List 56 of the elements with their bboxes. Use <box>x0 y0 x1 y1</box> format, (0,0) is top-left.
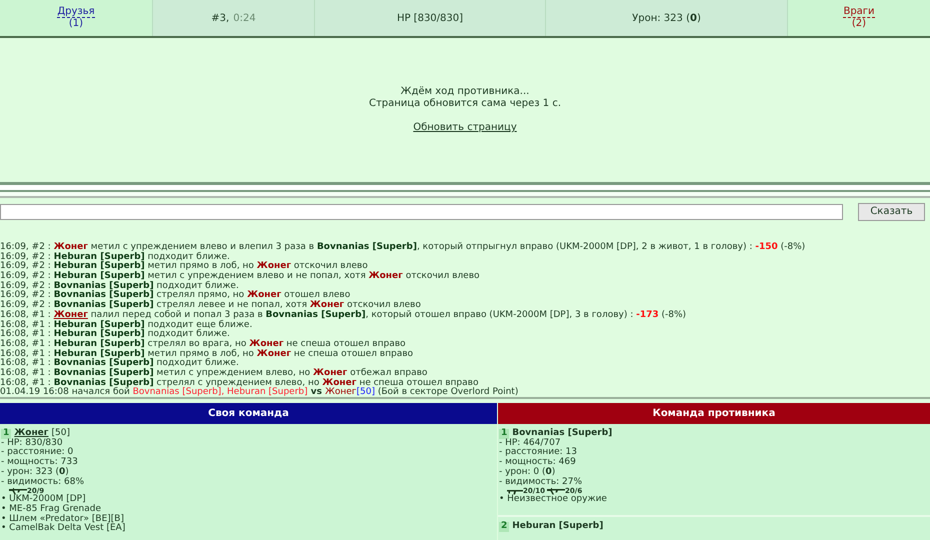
fighter-stat: - HP: 830/830 <box>1 438 64 448</box>
fighter-name: Heburan [Superb] <box>512 522 604 532</box>
fighter-number: 1 <box>499 429 510 439</box>
rifle-icon <box>9 488 27 496</box>
rifle-icon <box>547 488 566 496</box>
fighter-stat: - мощность: 733 <box>1 458 79 468</box>
fighter-number: 1 <box>1 429 12 439</box>
log-line: 16:08, #1 : Heburan [Superb] подходит ближе. <box>0 330 231 340</box>
log-line: 16:08, #1 : Heburan [Superb] подходит еще ближе. <box>0 320 254 330</box>
waiting-message: Ждём ход противника... <box>400 86 530 98</box>
fighter-stat: - мощность: 469 <box>499 458 577 468</box>
equipment-item: • Неизвестное оружие <box>499 495 608 505</box>
friends-link[interactable]: Друзья <box>57 7 95 18</box>
log-line: 16:08, #1 : Bovnanias [Superb] метил с упреждением влево, но Жонег отбежал вправо <box>0 368 428 378</box>
turn-number: #3, <box>211 12 230 24</box>
gun-icon <box>507 489 523 496</box>
fighter-stat: - видимость: 27% <box>499 478 584 488</box>
hp-reading: HP [830/830] <box>396 12 464 24</box>
log-line: 16:09, #2 : Heburan [Superb] метил прямо в лоб, но Жонег отскочил влево <box>0 262 369 272</box>
equipment-item: • ME-85 Frag Grenade <box>1 504 102 514</box>
fighter-stat: - расстояние: 13 <box>499 448 578 458</box>
chat-input[interactable] <box>0 204 843 220</box>
log-line: 16:08, #1 : Bovnanias [Superb] подходит ближе. <box>0 359 240 368</box>
log-line: 16:09, #2 : Bovnanias [Superb] стрелял левее и не попал, хотя Жонег отскочил влево <box>0 301 422 310</box>
log-line: 16:09, #2 : Жонег метил с упреждением влево и влепил 3 раза в Bovnanias [Superb], который отпрыгнул вправо (UKM-2000M [DP], 2 в живот, 1 в голову) : -150 (-8%) <box>0 243 806 252</box>
log-line: 01.04.19 16:08 начался бой Bovnanias [Superb], Heburan [Superb] vs Жонег[50] (Бой в секторе Overlord Point) <box>0 388 520 398</box>
fighter-number: 2 <box>499 522 510 532</box>
refresh-link[interactable]: Обновить страницу <box>413 122 517 134</box>
log-line: 16:09, #2 : Bovnanias [Superb] подходит ближе. <box>0 282 240 291</box>
log-line: 16:09, #2 : Bovnanias [Superb] стрелял прямо, но Жонег отошел влево <box>0 291 352 300</box>
waiting-message: Страница обновится сама через 1 с. <box>368 98 562 110</box>
team-header: Своя команда <box>0 403 497 424</box>
fighter-stat: - урон: 0 (0) <box>499 468 556 478</box>
fighter-stat: - видимость: 68% <box>1 478 86 488</box>
equipment-item: • CamelBak Delta Vest [EA] <box>1 524 126 534</box>
equipment-item: • Шлем «Predator» [BE][B] <box>1 514 124 524</box>
log-line: 16:08, #1 : Жонег палил перед собой и попал 3 раза в Bovnanias [Superb], который отошел вправо (UKM-2000M [DP], 3 в голову) : -173 (-8%) <box>0 310 688 320</box>
equipment-item: • UKM-2000M [DP] <box>1 495 86 504</box>
fighter-name: Bovnanias [Superb] <box>512 429 612 438</box>
log-line: 16:09, #2 : Heburan [Superb] метил с упреждением влево и не попал, хотя Жонег отскочил влево <box>0 272 481 282</box>
fighter-stat: - HP: 464/707 <box>499 438 562 448</box>
fighter-stat: - расстояние: 0 <box>1 448 74 458</box>
log-line: 16:08, #1 : Heburan [Superb] метил прямо в лоб, но Жонег не спеша отошел вправо <box>0 350 414 359</box>
damage-reading: Урон: 323 (0) <box>632 12 701 24</box>
log-line: 16:08, #1 : Heburan [Superb] стрелял во врага, но Жонег не спеша отошел вправо <box>0 340 407 349</box>
team-header: Команда противника <box>498 403 930 424</box>
enemies-count: (2) <box>852 18 866 29</box>
log-line: 16:08, #1 : Bovnanias [Superb] стрелял с упреждением влево, но Жонег не спеша отошел вправо <box>0 378 478 388</box>
log-line: 16:09, #2 : Heburan [Superb] подходит ближе. <box>0 252 230 262</box>
turn-timer: 0:24 <box>233 12 256 24</box>
say-button[interactable]: Сказать <box>858 203 925 221</box>
fighter-stat: - урон: 323 (0) <box>1 468 70 477</box>
fighter-name: Жонег <box>14 429 48 438</box>
enemies-link[interactable]: Враги <box>843 7 875 18</box>
fighter-level: [50] <box>52 429 70 438</box>
friends-count: (1) <box>68 18 84 29</box>
